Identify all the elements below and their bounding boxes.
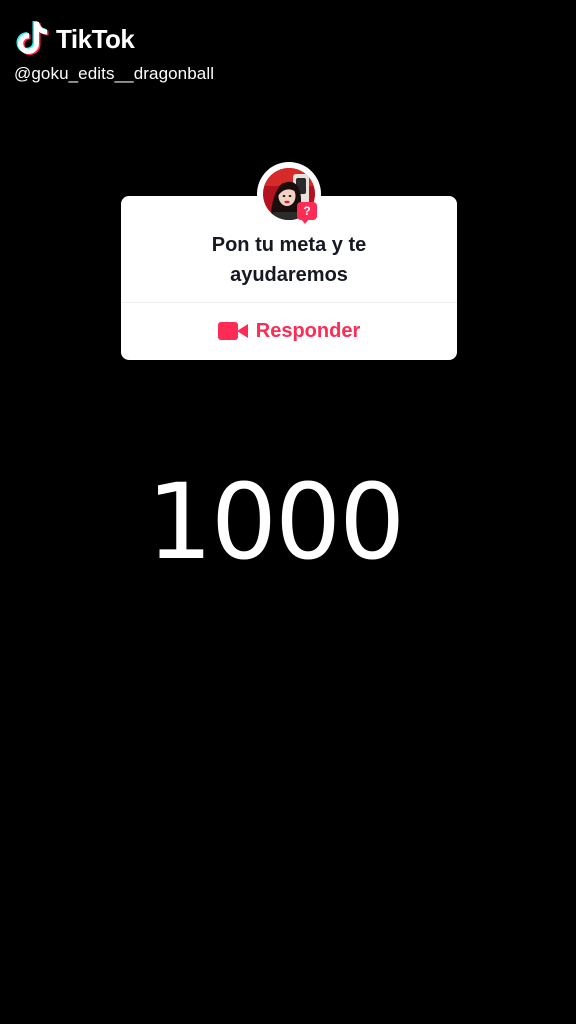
card-divider (121, 302, 457, 303)
tiktok-watermark: TikTok @goku_edits__dragonball (14, 18, 214, 84)
question-badge-icon: ? (297, 202, 317, 224)
question-text: Pon tu meta y te ayudaremos (121, 230, 457, 290)
goal-number: 1000 (146, 461, 406, 583)
video-frame: TikTok @goku_edits__dragonball ? Pon tu … (0, 0, 576, 1024)
watermark-brand: TikTok (56, 23, 135, 54)
question-line-1: Pon tu meta y te (211, 234, 367, 256)
question-sticker[interactable]: ? Pon tu meta y te ayudaremos Responder (121, 162, 457, 360)
watermark-brand-row: TikTok (14, 18, 214, 58)
reply-label: Responder (255, 319, 361, 342)
watermark-username: @goku_edits__dragonball (14, 64, 215, 83)
reply-button[interactable]: Responder (121, 314, 457, 348)
avatar-ring: ? (257, 162, 321, 226)
question-line-2: ayudaremos (230, 264, 348, 286)
video-camera-icon (217, 322, 248, 340)
tiktok-logo-icon (16, 21, 49, 55)
